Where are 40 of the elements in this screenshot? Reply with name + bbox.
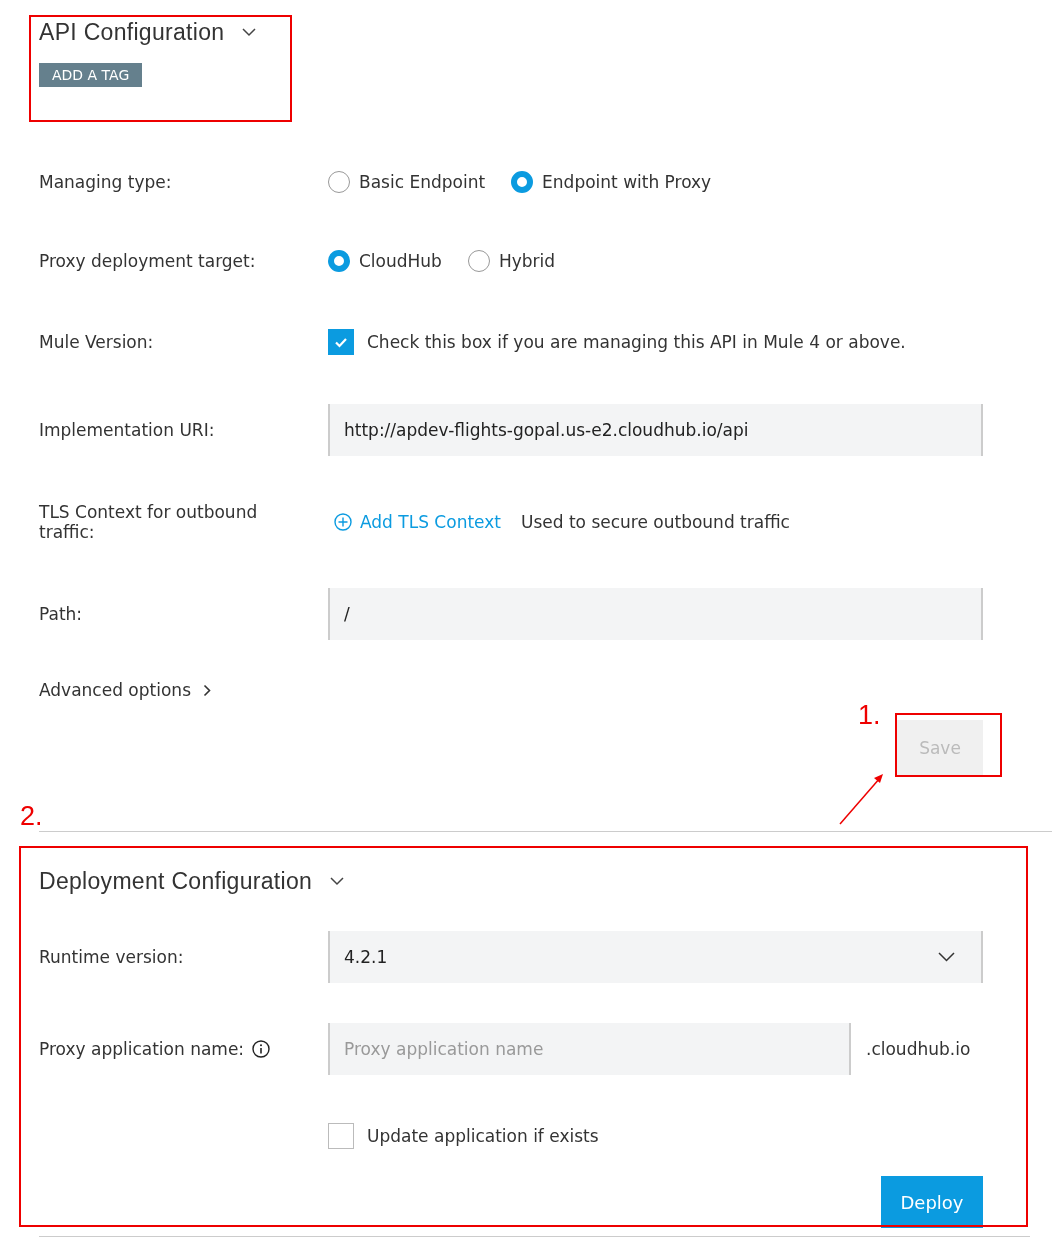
advanced-options-link[interactable]: Advanced options xyxy=(39,680,191,700)
field-label: Proxy application name: xyxy=(39,1039,245,1059)
radio-button[interactable] xyxy=(328,249,350,272)
field-label: Managing type: xyxy=(39,171,173,192)
domain-suffix: .cloudhub.io xyxy=(866,1039,971,1059)
radio-label[interactable]: CloudHub xyxy=(359,250,442,271)
checkbox-label[interactable]: Check this box if you are managing this API in Mule 4 or above. xyxy=(367,332,906,352)
radio-button[interactable] xyxy=(511,170,534,193)
field-label: Path: xyxy=(39,604,84,624)
chevron-down-icon[interactable] xyxy=(330,876,345,886)
info-icon[interactable] xyxy=(252,1040,271,1058)
radio-button[interactable] xyxy=(467,249,490,272)
checkbox-label[interactable]: Update application if exists xyxy=(367,1125,599,1146)
radio-label[interactable]: Basic Endpoint xyxy=(359,171,486,192)
chevron-down-icon xyxy=(938,952,955,962)
chevron-right-icon[interactable] xyxy=(203,683,212,697)
section-title: Deployment Configuration xyxy=(39,867,313,895)
help-text: Used to secure outbound traffic xyxy=(520,512,790,532)
annotation-label: 2. xyxy=(20,801,43,832)
checkbox[interactable] xyxy=(328,329,354,355)
checkmark-icon xyxy=(334,336,348,348)
text-field[interactable]: / xyxy=(328,588,983,640)
plus-circle-icon[interactable] xyxy=(334,513,352,531)
field-label: Proxy deployment target: xyxy=(39,250,257,271)
radio-label[interactable]: Endpoint with Proxy xyxy=(542,171,712,192)
radio-label[interactable]: Hybrid xyxy=(498,250,556,271)
checkbox[interactable] xyxy=(328,1122,354,1149)
proxy-name-field[interactable]: Proxy application name xyxy=(328,1023,851,1075)
annotation-arrow xyxy=(838,772,886,826)
chevron-down-icon[interactable] xyxy=(242,28,257,37)
runtime-version-dropdown[interactable]: 4.2.1 xyxy=(328,931,983,983)
field-label: Runtime version: xyxy=(39,947,185,967)
add-tag-button[interactable]: ADD A TAG xyxy=(39,63,143,87)
section-title: API Configuration xyxy=(39,19,225,46)
field-label: Implementation URI: xyxy=(39,420,216,440)
annotation-label: 1. xyxy=(858,700,881,731)
field-label: TLS Context for outbound traffic: xyxy=(39,502,259,542)
field-label: Mule Version: xyxy=(39,332,155,352)
text-field[interactable]: http://apdev-flights-gopal.us-e2.cloudhub.io/api xyxy=(328,404,983,456)
radio-button[interactable] xyxy=(328,170,350,193)
